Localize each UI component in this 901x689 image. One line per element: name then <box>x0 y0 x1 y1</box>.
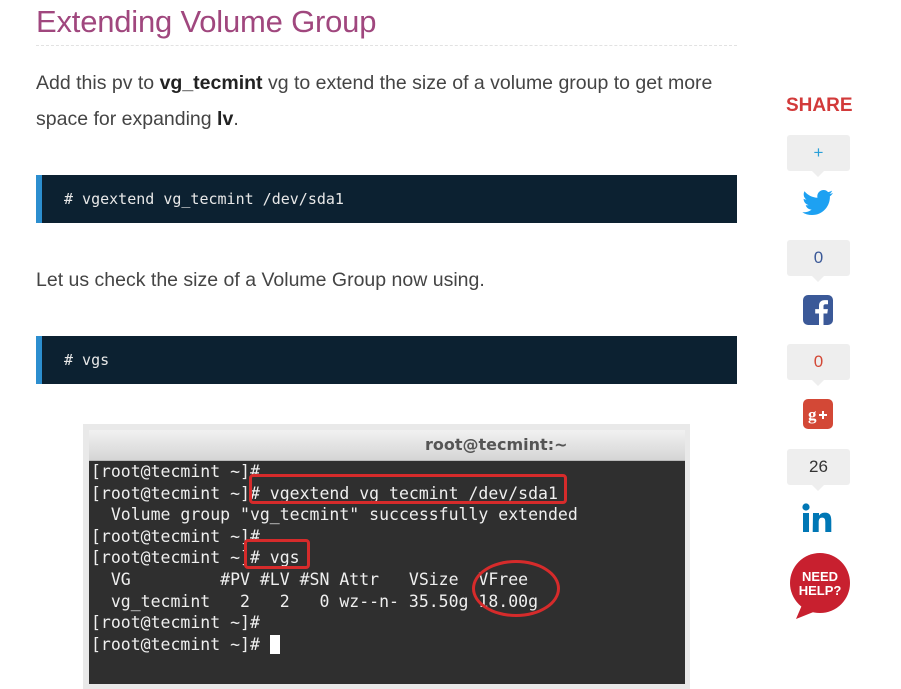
terminal-body: [root@tecmint ~]# [root@tecmint ~]# vgex… <box>89 461 685 684</box>
lv-bold: lv <box>217 108 234 130</box>
highlight-vgs-command <box>244 539 310 569</box>
twitter-count: + <box>787 135 850 177</box>
facebook-icon[interactable] <box>802 294 834 331</box>
need-help-icon[interactable]: NEED HELP? <box>786 553 858 623</box>
terminal-line: [root@tecmint ~]# <box>91 635 270 654</box>
highlight-vfree-value <box>472 560 560 617</box>
terminal-line: [root@tecmint ~]# <box>91 527 260 546</box>
terminal-line: vg_tecmint 2 2 0 wz--n- 35.50g 18.00g <box>91 592 539 611</box>
googleplus-count: 0 <box>787 344 850 386</box>
twitter-icon[interactable] <box>802 189 834 222</box>
terminal-cursor <box>269 635 280 654</box>
share-title: SHARE <box>786 95 853 116</box>
code-block-vgs[interactable]: # vgs <box>36 336 737 384</box>
googleplus-icon[interactable]: g <box>802 398 834 435</box>
terminal-titlebar: root@tecmint:~ <box>89 430 685 461</box>
vg-name-bold: vg_tecmint <box>159 72 263 94</box>
para1-text-pre: Add this pv to <box>36 72 160 94</box>
paragraph-add-pv: Add this pv to vg_tecmint vg to extend t… <box>36 65 736 137</box>
code-block-vgextend[interactable]: # vgextend vg_tecmint /dev/sda1 <box>36 175 737 223</box>
paragraph-check-size: Let us check the size of a Volume Group … <box>36 269 485 291</box>
terminal-line: VG #PV #LV #SN Attr VSize VFree <box>91 570 529 589</box>
terminal-screenshot: root@tecmint:~ [root@tecmint ~]# [root@t… <box>83 424 690 689</box>
section-heading: Extending Volume Group <box>36 4 377 39</box>
linkedin-count: 26 <box>787 449 850 491</box>
terminal-title: root@tecmint:~ <box>425 435 568 454</box>
linkedin-icon[interactable] <box>802 503 834 538</box>
need-help-line1: NEED <box>802 569 838 584</box>
terminal-line: [root@tecmint ~]# <box>91 462 260 481</box>
terminal-line: [root@tecmint ~]# <box>91 613 260 632</box>
terminal-prompt-line: [root@tecmint ~]# <box>91 634 280 655</box>
highlight-vgextend-command <box>249 474 567 504</box>
svg-text:g: g <box>808 405 817 424</box>
need-help-line2: HELP? <box>799 583 842 598</box>
facebook-count: 0 <box>787 240 850 282</box>
terminal-line: Volume group "vg_tecmint" successfully e… <box>91 505 578 524</box>
para1-text-post: . <box>233 108 239 130</box>
heading-divider <box>36 45 737 46</box>
